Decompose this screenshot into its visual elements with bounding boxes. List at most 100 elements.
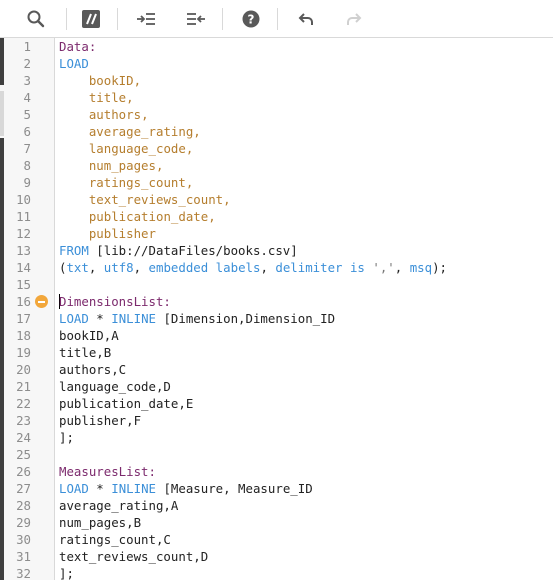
code-token: , <box>126 90 134 105</box>
line-code: publisher,F <box>59 412 141 429</box>
code-line[interactable]: 18 bookID,A <box>0 327 553 344</box>
line-number: 10 <box>16 192 31 207</box>
code-token: , <box>193 124 201 139</box>
indent-button[interactable] <box>133 7 159 31</box>
line-number: 29 <box>16 515 31 530</box>
help-icon: ? <box>242 10 260 28</box>
line-code: ratings_count, <box>59 174 193 191</box>
code-line[interactable]: 32]; <box>0 565 553 580</box>
line-number: 18 <box>16 328 31 343</box>
line-code: Data: <box>59 38 96 55</box>
code-token: FROM <box>59 243 89 258</box>
code-token: publisher,F <box>59 413 142 428</box>
line-code: LOAD * INLINE [Dimension,Dimension_ID <box>59 310 335 327</box>
code-line[interactable]: 1 Data: <box>0 38 553 55</box>
code-line[interactable]: 11 publication_date, <box>0 208 553 225</box>
fold-toggle-icon[interactable] <box>35 295 48 308</box>
code-line[interactable]: 16 DimensionsList: <box>0 293 553 310</box>
code-token: ]; <box>59 566 74 580</box>
code-token: ]; <box>59 430 74 445</box>
line-code: ]; <box>59 429 74 446</box>
line-code: language_code, <box>59 140 193 157</box>
code-token: Data: <box>59 39 97 54</box>
code-line[interactable]: 14 (txt, utf8, embedded labels, delimiter… <box>0 259 553 276</box>
code-line[interactable]: 29 num_pages,B <box>0 514 553 531</box>
code-token: average_rating <box>88 124 194 139</box>
code-line[interactable]: 27 LOAD * INLINE [Measure, Measure_ID <box>0 480 553 497</box>
code-token: publication_date,E <box>59 396 194 411</box>
outdent-button[interactable] <box>183 7 209 31</box>
line-code: publication_date,E <box>59 395 193 412</box>
code-token: LOAD <box>59 311 89 326</box>
code-line[interactable]: 28 average_rating,A <box>0 497 553 514</box>
code-line[interactable]: 12 publisher <box>0 225 553 242</box>
toolbar-separator <box>66 8 67 30</box>
line-number: 26 <box>16 464 31 479</box>
redo-button[interactable] <box>341 7 367 31</box>
line-number: 9 <box>23 175 31 190</box>
code-line[interactable]: 20 authors,C <box>0 361 553 378</box>
code-line[interactable]: 31 text_reviews_count,D <box>0 548 553 565</box>
code-line[interactable]: 7 language_code, <box>0 140 553 157</box>
search-button[interactable] <box>23 7 49 31</box>
code-token: title,B <box>59 345 112 360</box>
script-editor[interactable]: 1 Data: 2 LOAD 3 bookID, 4 title, 5 authors, 6 … <box>0 38 553 580</box>
line-number: 2 <box>23 56 31 71</box>
code-token: num_pages,B <box>59 515 142 530</box>
undo-button[interactable] <box>293 7 319 31</box>
indent-icon <box>137 13 155 25</box>
code-token: LOAD <box>59 481 89 496</box>
line-number: 25 <box>16 447 31 462</box>
code-line[interactable]: 26 MeasuresList: <box>0 463 553 480</box>
code-token: authors <box>88 107 142 122</box>
editor-toolbar: ? <box>0 0 553 38</box>
code-token: LOAD <box>59 56 89 71</box>
help-button[interactable]: ? <box>238 7 264 31</box>
code-line[interactable]: 5 authors, <box>0 106 553 123</box>
line-code: average_rating, <box>59 123 201 140</box>
code-line[interactable]: 15 <box>0 276 553 293</box>
code-token: average_rating,A <box>59 498 179 513</box>
code-line[interactable]: 22 publication_date,E <box>0 395 553 412</box>
code-line[interactable]: 25 <box>0 446 553 463</box>
line-number: 6 <box>23 124 31 139</box>
code-line[interactable]: 24]; <box>0 429 553 446</box>
line-code: language_code,D <box>59 378 171 395</box>
code-line[interactable]: 3 bookID, <box>0 72 553 89</box>
code-token: publisher <box>88 226 156 241</box>
comment-toggle-button[interactable] <box>78 7 104 31</box>
code-line[interactable]: 2 LOAD <box>0 55 553 72</box>
toolbar-separator <box>222 8 223 30</box>
code-token: * <box>88 311 112 326</box>
code-line[interactable]: 8 num_pages, <box>0 157 553 174</box>
code-line[interactable]: 19 title,B <box>0 344 553 361</box>
line-code: publication_date, <box>59 208 216 225</box>
code-line[interactable]: 17 LOAD * INLINE [Dimension,Dimension_ID <box>0 310 553 327</box>
line-code: authors,C <box>59 361 126 378</box>
line-number: 19 <box>16 345 31 360</box>
line-code: title,B <box>59 344 111 361</box>
code-token: authors,C <box>59 362 127 377</box>
line-code: bookID, <box>59 72 141 89</box>
line-number: 3 <box>23 73 31 88</box>
code-token: [lib://DataFiles/books.csv] <box>88 243 298 258</box>
code-token: * <box>88 481 112 496</box>
code-line[interactable]: 23 publisher,F <box>0 412 553 429</box>
code-line[interactable]: 10 text_reviews_count, <box>0 191 553 208</box>
code-line[interactable]: 21 language_code,D <box>0 378 553 395</box>
code-line[interactable]: 30 ratings_count,C <box>0 531 553 548</box>
code-line[interactable]: 9 ratings_count, <box>0 174 553 191</box>
code-line[interactable]: 13 FROM [lib://DataFiles/books.csv] <box>0 242 553 259</box>
code-line[interactable]: 4 title, <box>0 89 553 106</box>
code-token: text_reviews_count,D <box>59 549 209 564</box>
code-token: , <box>223 192 231 207</box>
line-number: 20 <box>16 362 31 377</box>
code-line[interactable]: 6 average_rating, <box>0 123 553 140</box>
